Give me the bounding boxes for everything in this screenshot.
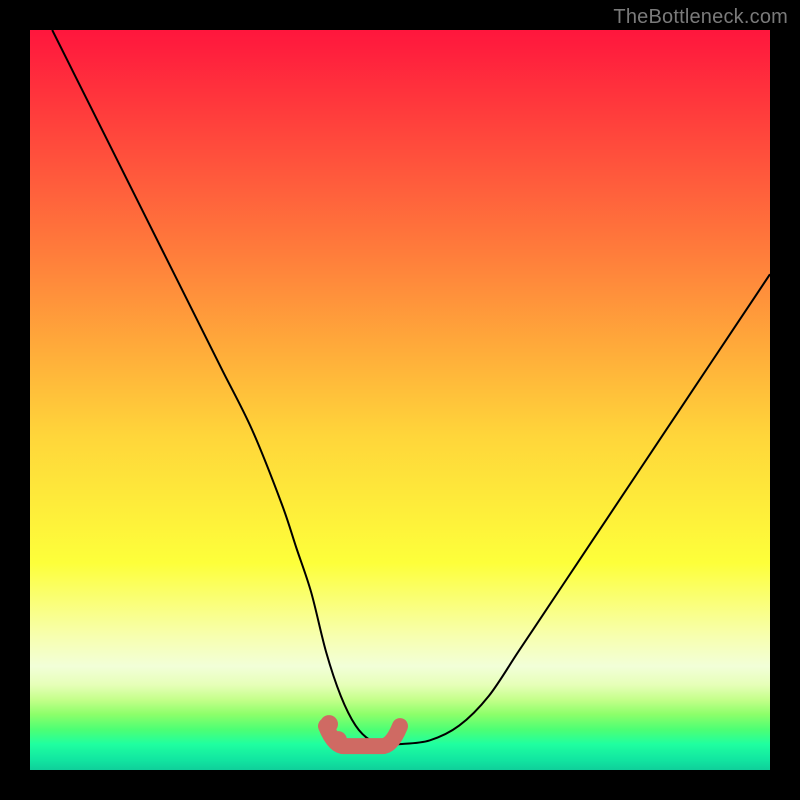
heat-gradient-background [30, 30, 770, 770]
chart-frame: TheBottleneck.com [0, 0, 800, 800]
watermark-text: TheBottleneck.com [613, 6, 788, 29]
gradient-rect [30, 30, 770, 770]
plot-area [30, 30, 770, 770]
